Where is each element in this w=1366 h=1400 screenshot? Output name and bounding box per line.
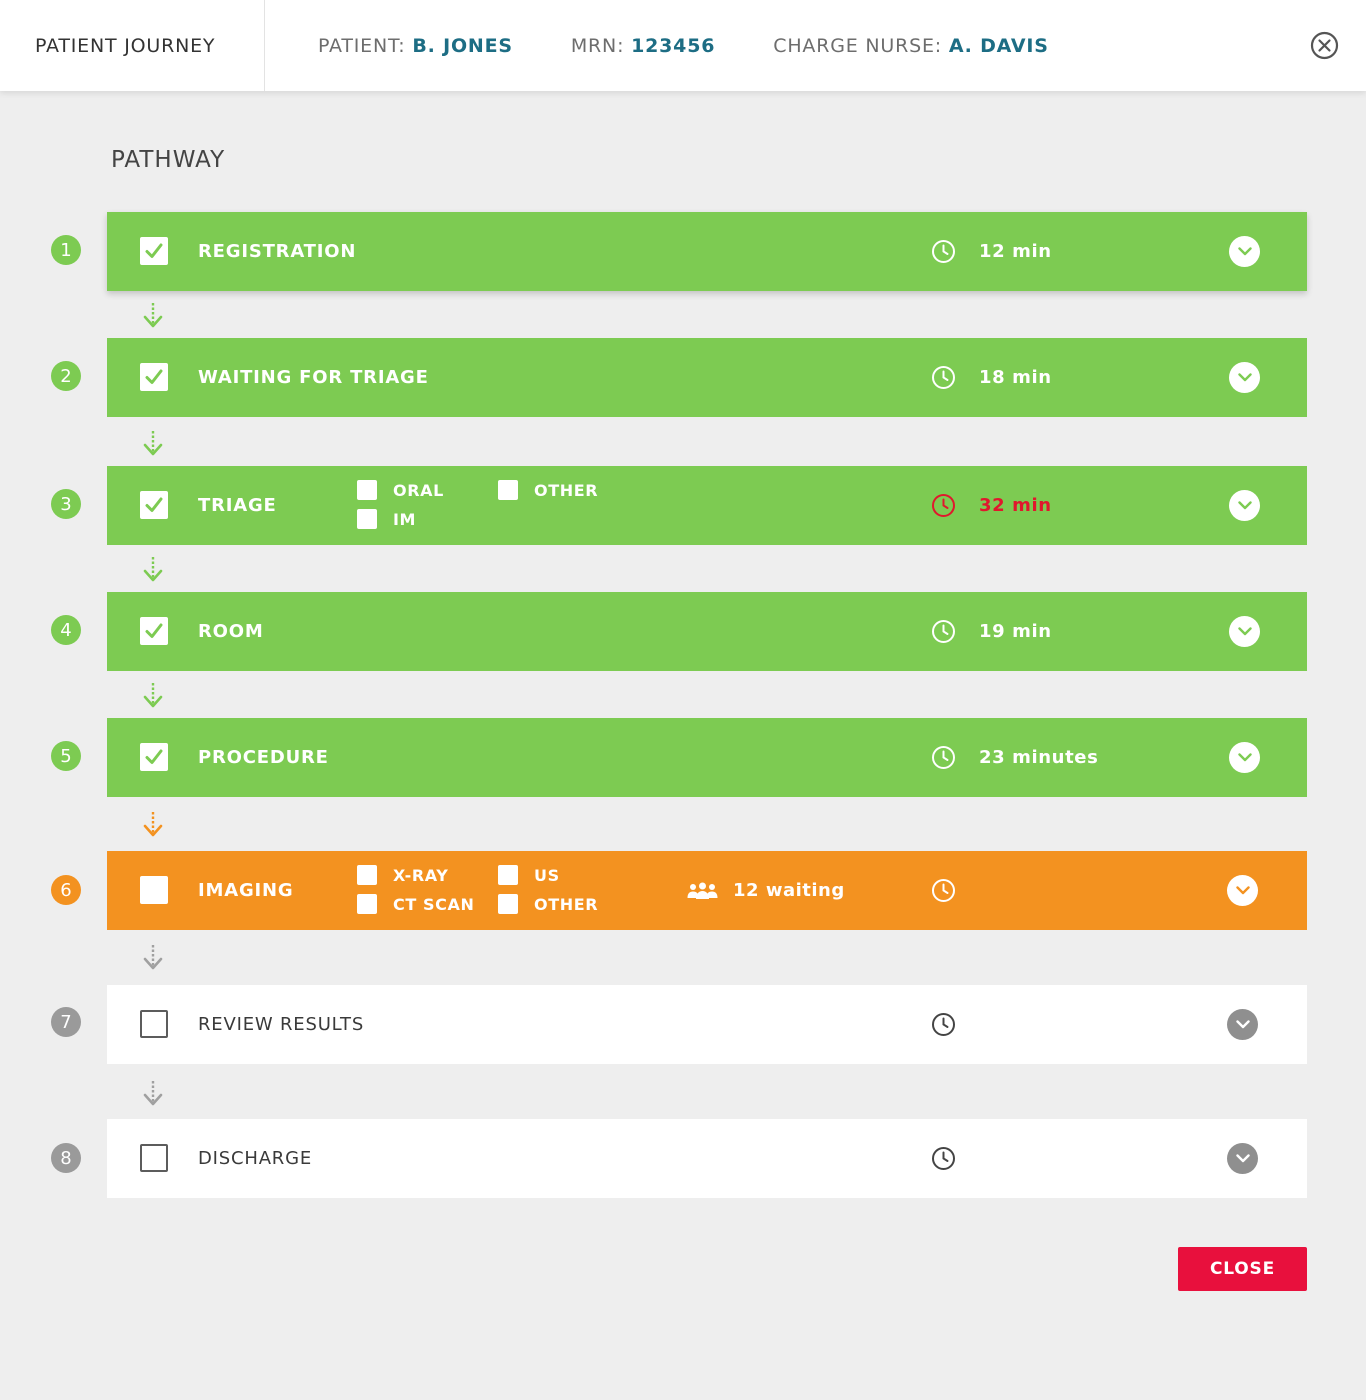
step-label: IMAGING bbox=[198, 880, 294, 901]
step-label: WAITING FOR TRIAGE bbox=[198, 367, 429, 388]
step-number: 8 bbox=[51, 1143, 81, 1173]
step-checkbox[interactable] bbox=[140, 743, 168, 771]
arrow-down-icon bbox=[143, 431, 163, 456]
check-icon bbox=[145, 749, 163, 764]
arrow-down-icon bbox=[143, 303, 163, 328]
clock-icon bbox=[932, 746, 955, 769]
step-card-triage[interactable]: TRIAGE ORAL IM OTHER 32 min bbox=[107, 466, 1307, 545]
option-checkbox[interactable] bbox=[357, 894, 377, 914]
step-checkbox[interactable] bbox=[140, 491, 168, 519]
patient-label: PATIENT: bbox=[318, 34, 406, 57]
option-checkbox[interactable] bbox=[357, 480, 377, 500]
option-im[interactable]: IM bbox=[357, 509, 416, 529]
clock-icon bbox=[932, 879, 955, 902]
chevron-down-icon[interactable] bbox=[1227, 1143, 1258, 1174]
step-card-waiting-for-triage[interactable]: WAITING FOR TRIAGE 18 min bbox=[107, 338, 1307, 417]
step-duration-late: 32 min bbox=[979, 495, 1052, 516]
chevron-down-icon[interactable] bbox=[1229, 236, 1260, 267]
clock-icon bbox=[932, 1013, 955, 1036]
close-button[interactable]: CLOSE bbox=[1178, 1247, 1307, 1291]
page-title: PATIENT JOURNEY bbox=[0, 0, 265, 91]
step-label: REVIEW RESULTS bbox=[198, 1014, 365, 1035]
option-other[interactable]: OTHER bbox=[498, 480, 598, 500]
step-duration: 12 min bbox=[979, 241, 1052, 262]
option-checkbox[interactable] bbox=[498, 480, 518, 500]
option-ct-scan[interactable]: CT SCAN bbox=[357, 894, 474, 914]
step-card-review-results[interactable]: REVIEW RESULTS bbox=[107, 985, 1307, 1064]
clock-icon bbox=[932, 620, 955, 643]
step-number: 7 bbox=[51, 1007, 81, 1037]
step-number: 6 bbox=[51, 875, 81, 905]
step-duration: 23 minutes bbox=[979, 747, 1099, 768]
step-checkbox[interactable] bbox=[140, 1144, 168, 1172]
patient-name-info: PATIENT: B. JONES bbox=[318, 35, 513, 57]
chevron-down-icon[interactable] bbox=[1229, 362, 1260, 393]
charge-nurse-name: A. DAVIS bbox=[948, 34, 1049, 57]
mrn-value: 123456 bbox=[631, 34, 716, 57]
step-checkbox[interactable] bbox=[140, 617, 168, 645]
chevron-down-icon[interactable] bbox=[1229, 616, 1260, 647]
step-card-discharge[interactable]: DISCHARGE bbox=[107, 1119, 1307, 1198]
check-icon bbox=[145, 497, 163, 512]
patient-name: B. JONES bbox=[412, 34, 513, 57]
waiting-text: 12 waiting bbox=[733, 880, 845, 901]
chevron-down-icon[interactable] bbox=[1227, 1009, 1258, 1040]
step-label: PROCEDURE bbox=[198, 747, 329, 768]
arrow-down-icon bbox=[143, 1081, 163, 1106]
mrn-label: MRN: bbox=[570, 34, 625, 57]
step-number: 2 bbox=[51, 361, 81, 391]
step-label: ROOM bbox=[198, 621, 264, 642]
step-label: DISCHARGE bbox=[198, 1148, 313, 1169]
option-oral[interactable]: ORAL bbox=[357, 480, 444, 500]
step-number: 3 bbox=[51, 489, 81, 519]
mrn-info: MRN: 123456 bbox=[571, 35, 715, 57]
waiting-count: 12 waiting bbox=[687, 851, 845, 930]
option-x-ray[interactable]: X-RAY bbox=[357, 865, 448, 885]
step-checkbox[interactable] bbox=[140, 363, 168, 391]
close-circle-icon[interactable] bbox=[1310, 31, 1339, 60]
check-icon bbox=[145, 623, 163, 638]
clock-icon bbox=[932, 1147, 955, 1170]
step-checkbox[interactable] bbox=[140, 876, 168, 904]
step-checkbox[interactable] bbox=[140, 1010, 168, 1038]
option-checkbox[interactable] bbox=[498, 894, 518, 914]
patient-info: PATIENT: B. JONES MRN: 123456 CHARGE NUR… bbox=[265, 35, 1107, 57]
section-title: PATHWAY bbox=[111, 147, 226, 173]
option-checkbox[interactable] bbox=[357, 509, 377, 529]
step-label: TRIAGE bbox=[198, 495, 277, 516]
step-card-imaging[interactable]: IMAGING X-RAY CT SCAN US OTHER 12 waitin… bbox=[107, 851, 1307, 930]
step-card-procedure[interactable]: PROCEDURE 23 minutes bbox=[107, 718, 1307, 797]
option-checkbox[interactable] bbox=[498, 865, 518, 885]
clock-alert-icon bbox=[932, 494, 955, 517]
step-number: 4 bbox=[51, 615, 81, 645]
chevron-down-icon[interactable] bbox=[1229, 490, 1260, 521]
people-icon bbox=[687, 882, 718, 899]
arrow-down-icon bbox=[143, 945, 163, 970]
check-icon bbox=[145, 369, 163, 384]
step-label: REGISTRATION bbox=[198, 241, 357, 262]
arrow-down-icon bbox=[143, 557, 163, 582]
charge-nurse-label: CHARGE NURSE: bbox=[773, 34, 942, 57]
step-number: 1 bbox=[51, 235, 81, 265]
check-icon bbox=[145, 243, 163, 258]
option-checkbox[interactable] bbox=[357, 865, 377, 885]
step-duration: 18 min bbox=[979, 367, 1052, 388]
step-duration: 19 min bbox=[979, 621, 1052, 642]
option-other[interactable]: OTHER bbox=[498, 894, 598, 914]
clock-icon bbox=[932, 366, 955, 389]
step-checkbox[interactable] bbox=[140, 237, 168, 265]
arrow-down-icon bbox=[143, 683, 163, 708]
charge-nurse-info: CHARGE NURSE: A. DAVIS bbox=[773, 35, 1049, 57]
clock-icon bbox=[932, 240, 955, 263]
step-number: 5 bbox=[51, 741, 81, 771]
arrow-down-icon bbox=[143, 812, 163, 837]
step-card-registration[interactable]: REGISTRATION 12 min bbox=[107, 212, 1307, 291]
chevron-down-icon[interactable] bbox=[1229, 742, 1260, 773]
header-bar: PATIENT JOURNEY PATIENT: B. JONES MRN: 1… bbox=[0, 0, 1366, 91]
step-card-room[interactable]: ROOM 19 min bbox=[107, 592, 1307, 671]
chevron-down-icon[interactable] bbox=[1227, 875, 1258, 906]
option-us[interactable]: US bbox=[498, 865, 560, 885]
